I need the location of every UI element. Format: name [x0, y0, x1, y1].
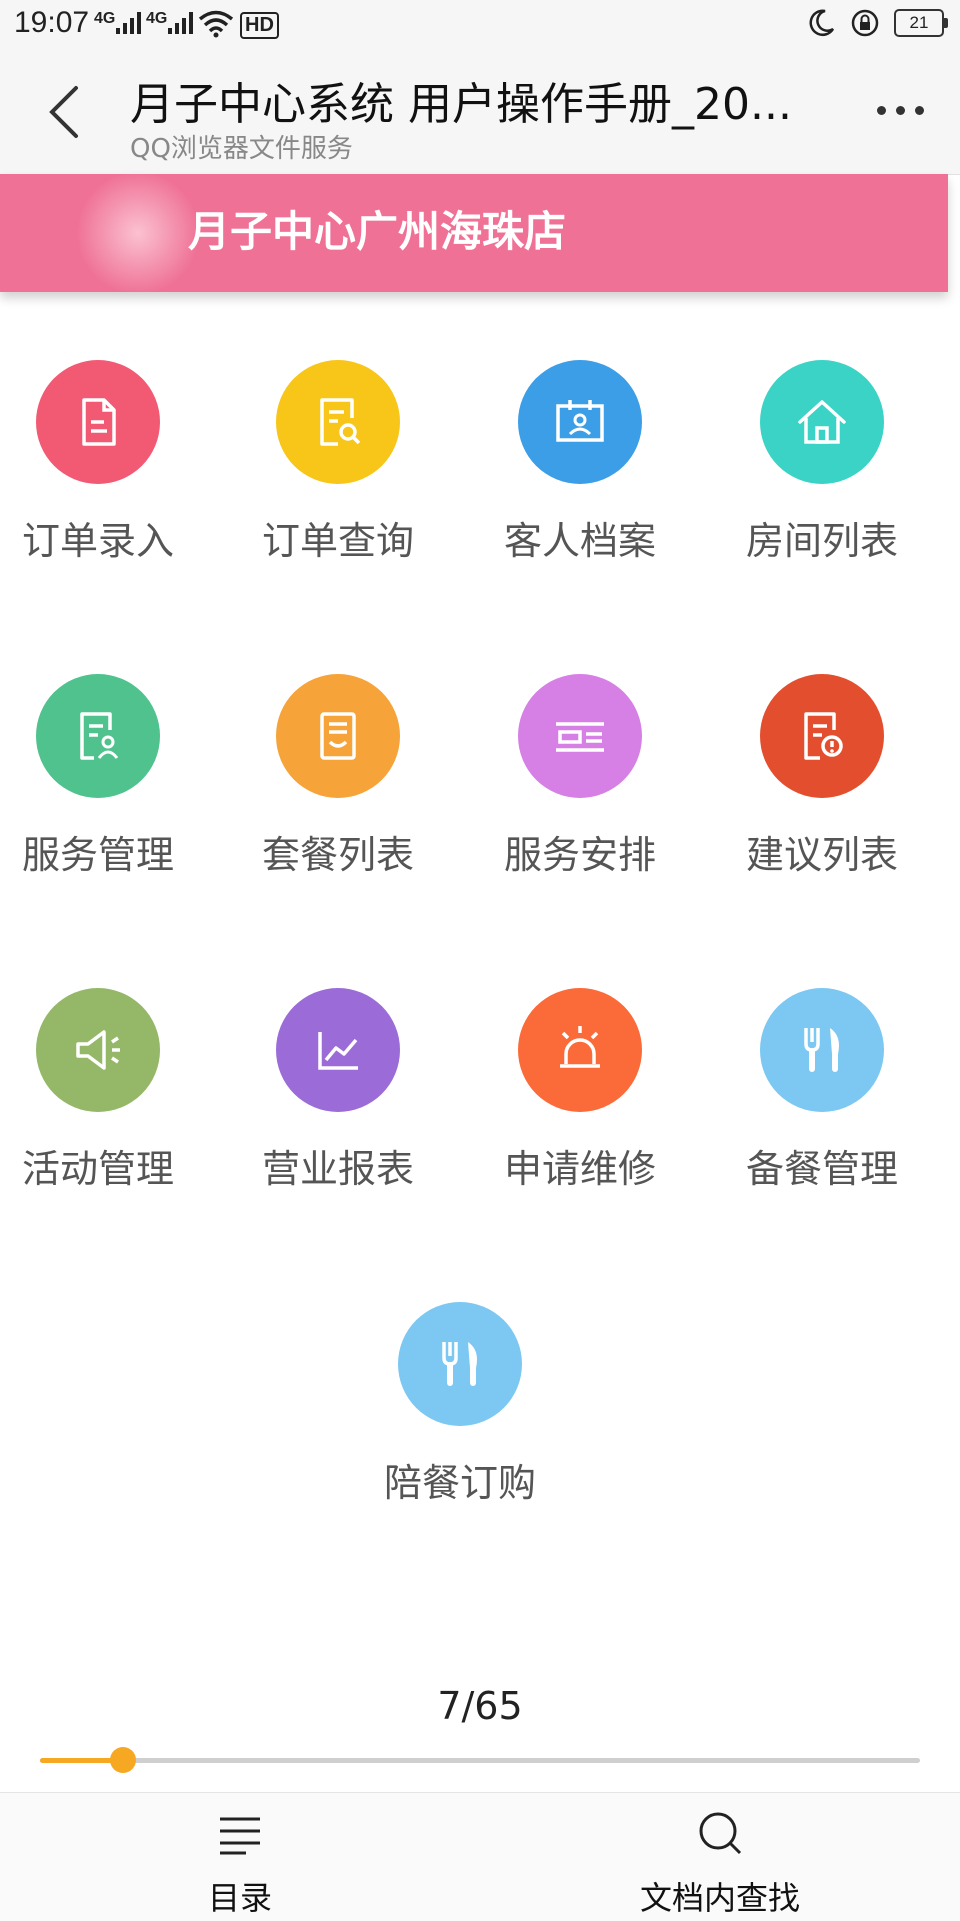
menu-item-label: 营业报表 — [261, 1147, 414, 1191]
menu-item-order-query[interactable]: 订单查询 — [218, 360, 458, 600]
menu-item-package-list[interactable]: 套餐列表 — [218, 674, 458, 914]
id-card-icon — [556, 400, 604, 442]
signal-bars-icon-2 — [168, 10, 193, 34]
menu-item-label: 活动管理 — [21, 1147, 174, 1191]
list-icon — [220, 1817, 260, 1855]
menu-item-service-management[interactable]: 服务管理 — [0, 674, 218, 914]
menu-item-label: 建议列表 — [745, 833, 898, 877]
title-bar: 月子中心系统 用户操作手册_20... QQ浏览器文件服务 — [0, 50, 960, 175]
menu-item-room-list[interactable]: 房间列表 — [702, 360, 942, 600]
bottom-toolbar: 目录 文档内查找 — [0, 1792, 960, 1921]
document-icon — [82, 398, 116, 446]
signal-bars-icon — [116, 10, 141, 34]
shop-name: 月子中心广州海珠店 — [188, 207, 567, 256]
document-user-icon — [80, 712, 119, 760]
signal-4g-label: 4G — [94, 10, 116, 27]
signal-4g-label-2: 4G — [146, 10, 168, 27]
menu-item-service-schedule[interactable]: 服务安排 — [460, 674, 700, 914]
menu-item-label: 套餐列表 — [261, 833, 414, 877]
menu-item-circle — [276, 988, 400, 1112]
search-in-document-button[interactable]: 文档内查找 — [600, 1793, 840, 1921]
menu-item-circle — [276, 360, 400, 484]
menu-item-label: 客人档案 — [503, 519, 656, 563]
lock-rotation-icon — [851, 9, 879, 37]
menu-item-circle — [36, 674, 160, 798]
menu-item-circle — [760, 988, 884, 1112]
blurred-logo — [78, 168, 198, 298]
document-alert-icon — [804, 712, 843, 760]
menu-item-label: 服务安排 — [503, 833, 656, 877]
moon-icon — [809, 9, 835, 36]
document-source: QQ浏览器文件服务 — [130, 134, 353, 164]
menu-item-label: 申请维修 — [503, 1147, 656, 1191]
home-icon — [798, 400, 846, 444]
page-slider[interactable] — [40, 1747, 920, 1773]
menu-item-circle — [276, 674, 400, 798]
search-icon — [699, 1812, 742, 1855]
alarm-light-icon — [560, 1026, 600, 1068]
more-menu-icon[interactable] — [877, 106, 924, 115]
menu-item-circle — [398, 1302, 522, 1426]
document-title: 月子中心系统 用户操作手册_20... — [130, 79, 792, 130]
menu-item-circle — [518, 360, 642, 484]
menu-item-label: 备餐管理 — [745, 1147, 898, 1191]
menu-item-circle — [36, 360, 160, 484]
menu-item-circle — [518, 988, 642, 1112]
toc-button[interactable]: 目录 — [120, 1793, 360, 1921]
line-chart-icon — [318, 1032, 358, 1070]
fork-knife-icon — [804, 1028, 839, 1072]
hd-badge: HD — [240, 12, 279, 39]
receipt-icon — [320, 712, 356, 760]
menu-item-activity-management[interactable]: 活动管理 — [0, 988, 218, 1228]
shop-banner: 月子中心广州海珠店 — [0, 168, 948, 298]
menu-item-repair-request[interactable]: 申请维修 — [460, 988, 700, 1228]
menu-item-label: 陪餐订购 — [383, 1461, 536, 1505]
document-search-icon — [320, 398, 361, 446]
menu-item-circle — [518, 674, 642, 798]
fork-knife-icon — [442, 1342, 477, 1386]
menu-item-suggestion-list[interactable]: 建议列表 — [702, 674, 942, 914]
back-arrow-icon[interactable] — [44, 82, 104, 142]
schedule-icon — [556, 722, 604, 752]
menu-item-meal-prep[interactable]: 备餐管理 — [702, 988, 942, 1228]
menu-item-label: 订单录入 — [21, 519, 174, 563]
menu-item-circle — [36, 988, 160, 1112]
menu-item-guest-files[interactable]: 客人档案 — [460, 360, 700, 600]
page-slider-thumb[interactable] — [109, 1747, 136, 1773]
menu-item-label: 服务管理 — [21, 833, 174, 877]
menu-item-circle — [760, 360, 884, 484]
menu-item-label: 订单查询 — [261, 519, 414, 563]
toc-label: 目录 — [207, 1879, 272, 1917]
menu-item-order-entry[interactable]: 订单录入 — [0, 360, 218, 600]
menu-item-companion-meal-order[interactable]: 陪餐订购 — [340, 1302, 580, 1542]
search-in-document-label: 文档内查找 — [639, 1879, 800, 1917]
menu-item-business-report[interactable]: 营业报表 — [218, 988, 458, 1228]
menu-item-circle — [760, 674, 884, 798]
megaphone-icon — [76, 1030, 120, 1070]
status-bar: 19:07 4G 4G HD 21 — [0, 0, 960, 50]
battery-indicator: 21 — [894, 9, 948, 37]
page-indicator: 7/65 — [437, 1684, 523, 1728]
wifi-icon — [198, 10, 234, 38]
status-time: 19:07 — [14, 6, 90, 39]
menu-item-label: 房间列表 — [745, 519, 898, 563]
